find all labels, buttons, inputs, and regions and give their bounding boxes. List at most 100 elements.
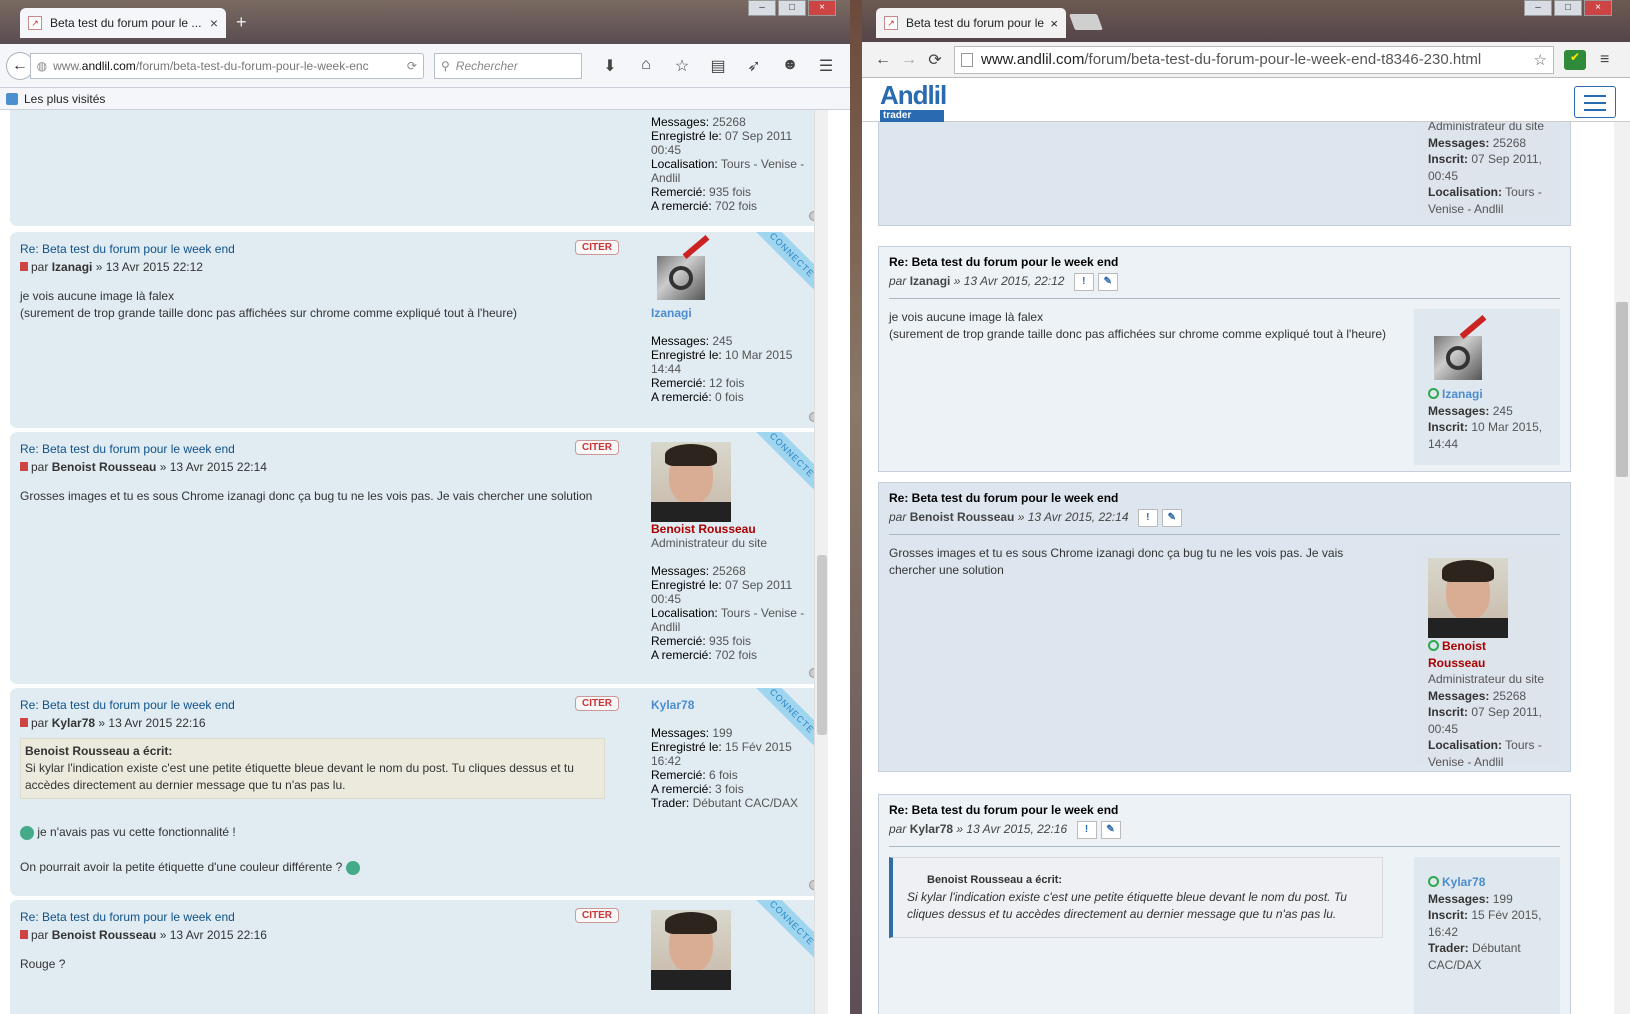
bookmark-most-visited[interactable]: Les plus visités [24, 92, 105, 106]
forum-post: Administrateur du site Messages: 25268 I… [878, 122, 1571, 226]
post-title[interactable]: Re: Beta test du forum pour le week end [889, 803, 1118, 817]
extension-icon[interactable]: ✔ [1564, 49, 1586, 70]
post-author-line: par Benoist Rousseau » 13 Avr 2015 22:16 [20, 928, 267, 942]
send-icon[interactable]: ➶ [736, 56, 772, 76]
post-title[interactable]: Re: Beta test du forum pour le week end [20, 242, 235, 256]
forum-post: Messages: 25268 Enregistré le: 07 Sep 20… [10, 110, 827, 226]
new-tab-icon[interactable] [1069, 14, 1103, 30]
new-tab-icon[interactable]: + [236, 12, 247, 33]
quote-author: Benoist Rousseau a écrit: [25, 744, 173, 758]
reading-list-icon[interactable]: ▤ [700, 56, 736, 76]
logo-text: Andlil [880, 80, 947, 110]
author-profile: Benoist Rousseau Administrateur du site … [651, 442, 811, 662]
post-title[interactable]: Re: Beta test du forum pour le week end [20, 910, 235, 924]
post-title[interactable]: Re: Beta test du forum pour le week end [889, 491, 1118, 505]
menu-icon[interactable]: ≡ [1600, 51, 1609, 69]
author-profile: Kylar78 Messages: 199 Inscrit: 15 Fév 20… [1414, 857, 1560, 1014]
user-rank: Administrateur du site [1428, 672, 1545, 686]
tab-strip: ↗ Beta test du forum pour le ... × + – □… [0, 0, 850, 44]
home-icon[interactable]: ⌂ [628, 56, 664, 76]
quote-button[interactable]: CITER [575, 696, 619, 711]
avatar[interactable] [1428, 315, 1492, 386]
edit-icon[interactable]: ✎ [1161, 509, 1182, 527]
site-logo[interactable]: Andlil trader inside [880, 80, 947, 134]
url-bar[interactable]: www.andlil.com/forum/beta-test-du-forum-… [954, 45, 1554, 74]
maximize-icon[interactable]: □ [778, 0, 806, 16]
smiley-icon [20, 825, 34, 840]
browser-tab[interactable]: ↗ Beta test du forum pour le × [876, 8, 1066, 38]
online-status-icon [1428, 876, 1439, 887]
quote-button[interactable]: CITER [575, 908, 619, 923]
profile-username[interactable]: Izanagi [651, 306, 811, 320]
post-title[interactable]: Re: Beta test du forum pour le week end [20, 698, 235, 712]
post-author-line: par Kylar78 » 13 Avr 2015 22:16 [20, 716, 206, 730]
back-icon[interactable]: ← [870, 51, 896, 69]
url-host: www.andlil.com [981, 51, 1085, 68]
avatar[interactable] [651, 910, 731, 990]
quote-text: Si kylar l'indication existe c'est une p… [25, 761, 574, 792]
scrollbar[interactable] [1614, 122, 1630, 1014]
post-body: Grosses images et tu es sous Chrome izan… [889, 546, 1344, 577]
post-author-line: par Izanagi » 13 Avr 2015, 22:12 ! ✎ [889, 273, 1122, 291]
post-icon [20, 262, 28, 271]
bookmark-star-icon[interactable]: ☆ [664, 56, 700, 76]
chat-icon[interactable]: ☻ [772, 56, 808, 76]
info-icon[interactable]: ! [1076, 821, 1097, 839]
reload-icon[interactable]: ⟳ [922, 50, 948, 70]
edit-icon[interactable]: ✎ [1100, 821, 1121, 839]
post-author[interactable]: Kylar78 [910, 822, 953, 836]
close-window-icon[interactable]: × [808, 0, 836, 16]
profile-username[interactable]: Izanagi [1442, 387, 1483, 401]
quote-button[interactable]: CITER [575, 440, 619, 455]
search-input[interactable]: ⚲ Rechercher [433, 52, 582, 79]
info-icon[interactable]: ! [1073, 273, 1094, 291]
separator [889, 534, 1560, 535]
navigation-bar: ← ◍ www. andlil.com/forum/beta-test-du-fo… [0, 44, 850, 88]
scrollbar-thumb[interactable] [817, 555, 827, 735]
avatar[interactable] [651, 442, 731, 522]
post-author[interactable]: Izanagi [52, 260, 93, 274]
edit-icon[interactable]: ✎ [1097, 273, 1118, 291]
url-path: /forum/beta-test-du-forum-pour-le-week-e… [1084, 51, 1482, 68]
author-profile [651, 910, 811, 990]
post-author[interactable]: Benoist Rousseau [52, 460, 157, 474]
minimize-icon[interactable]: – [748, 0, 776, 16]
forward-icon[interactable]: → [896, 51, 922, 69]
post-body: Grosses images et tu es sous Chrome izan… [20, 489, 593, 503]
bookmark-star-icon[interactable]: ☆ [1534, 51, 1547, 69]
info-icon[interactable]: ! [1137, 509, 1158, 527]
quote-button[interactable]: CITER [575, 240, 619, 255]
navigation-bar: ← → ⟳ www.andlil.com/forum/beta-test-du-… [862, 42, 1630, 78]
search-placeholder: Rechercher [455, 58, 518, 73]
close-tab-icon[interactable]: × [1050, 16, 1058, 31]
scrollbar[interactable] [814, 110, 828, 1014]
post-icon [20, 718, 28, 727]
close-window-icon[interactable]: × [1584, 0, 1612, 16]
scrollbar-thumb[interactable] [1616, 302, 1628, 477]
profile-username[interactable]: Kylar78 [651, 698, 811, 712]
browser-tab[interactable]: ↗ Beta test du forum pour le ... × [20, 8, 226, 38]
download-icon[interactable]: ⬇ [592, 56, 628, 76]
profile-username[interactable]: Benoist Rousseau [651, 522, 811, 536]
maximize-icon[interactable]: □ [1554, 0, 1582, 16]
post-author[interactable]: Benoist Rousseau [52, 928, 157, 942]
post-author[interactable]: Izanagi [910, 274, 951, 288]
site-header: Andlil trader inside [862, 78, 1630, 134]
avatar[interactable] [1428, 558, 1508, 638]
post-author[interactable]: Kylar78 [52, 716, 95, 730]
post-title[interactable]: Re: Beta test du forum pour le week end [889, 255, 1118, 269]
hamburger-menu-button[interactable] [1574, 86, 1616, 118]
avatar[interactable] [651, 235, 715, 306]
url-prefix: www. [53, 58, 82, 73]
profile-username[interactable]: Kylar78 [1442, 875, 1485, 889]
close-tab-icon[interactable]: × [210, 15, 218, 31]
post-title[interactable]: Re: Beta test du forum pour le week end [20, 442, 235, 456]
url-bar[interactable]: ◍ www. andlil.com/forum/beta-test-du-foru… [29, 52, 424, 79]
post-author[interactable]: Benoist Rousseau [910, 510, 1015, 524]
window-divider [850, 0, 862, 1014]
minimize-icon[interactable]: – [1524, 0, 1552, 16]
reload-icon[interactable]: ⟳ [407, 59, 417, 73]
user-rank: Administrateur du site [1428, 122, 1545, 133]
menu-icon[interactable]: ☰ [808, 56, 844, 76]
window-controls: – □ × [746, 0, 836, 16]
